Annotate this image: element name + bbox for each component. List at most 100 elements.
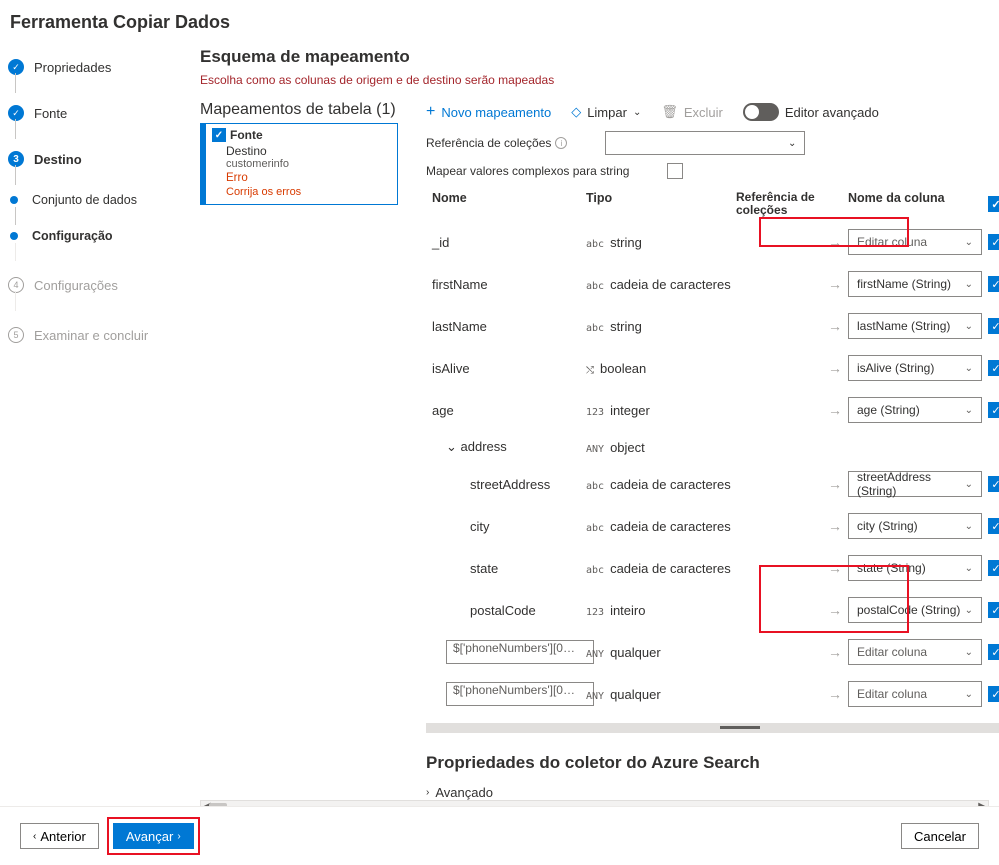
clear-button[interactable]: ◇ Limpar ⌄ <box>571 104 641 120</box>
dest-column-select[interactable]: Editar coluna⌄ <box>848 639 982 665</box>
section-title: Esquema de mapeamento <box>200 47 989 67</box>
horizontal-scrollbar[interactable] <box>426 723 999 733</box>
collection-ref-select[interactable]: ⌄ <box>605 131 805 155</box>
include-checkbox[interactable]: ✓ <box>988 518 999 534</box>
delete-button[interactable]: 🗑 Excluir <box>661 104 723 120</box>
dest-column-select[interactable]: lastName (String)⌄ <box>848 313 982 339</box>
include-checkbox[interactable]: ✓ <box>988 318 999 334</box>
tree-error-detail: Corrija os erros <box>212 186 391 198</box>
include-checkbox[interactable]: ✓ <box>988 560 999 576</box>
mapping-row: streetAddressabccadeia de caracteres→str… <box>426 463 999 505</box>
dest-column-select[interactable]: postalCode (String)⌄ <box>848 597 982 623</box>
chevron-down-icon: ⌄ <box>965 689 973 700</box>
include-checkbox[interactable]: ✓ <box>988 476 999 492</box>
chevron-down-icon: ⌄ <box>965 647 973 658</box>
chevron-down-icon: ⌄ <box>965 605 973 616</box>
include-checkbox[interactable]: ✓ <box>988 686 999 702</box>
dest-column-select[interactable]: firstName (String)⌄ <box>848 271 982 297</box>
type-icon: ⤭ <box>586 365 594 376</box>
eraser-icon: ◇ <box>571 104 581 120</box>
step-destino[interactable]: 3 Destino <box>6 143 190 175</box>
check-icon: ✓ <box>212 128 226 142</box>
arrow-right-icon: → <box>822 235 848 250</box>
prev-button[interactable]: ‹Anterior <box>20 823 99 849</box>
row-name: state <box>426 561 586 576</box>
include-checkbox[interactable]: ✓ <box>988 276 999 292</box>
chevron-down-icon[interactable]: ⌄ <box>446 439 461 454</box>
arrow-right-icon: → <box>822 519 848 534</box>
mapping-row: _idabcstring→Editar coluna⌄✓ <box>426 221 999 263</box>
chevron-down-icon: ⌄ <box>965 563 973 574</box>
dot-icon <box>10 196 18 204</box>
cancel-button[interactable]: Cancelar <box>901 823 979 849</box>
mapping-row: age123integer→age (String)⌄✓ <box>426 389 999 431</box>
table-mapping-tree[interactable]: ✓Fonte Destino customerinfo Erro Corrija… <box>200 123 398 205</box>
dest-column-select[interactable]: Editar coluna⌄ <box>848 681 982 707</box>
dest-column-select[interactable]: streetAddress (String)⌄ <box>848 471 982 497</box>
row-name: isAlive <box>426 361 586 376</box>
step-fonte[interactable]: ✓ Fonte <box>6 97 190 129</box>
row-name: firstName <box>426 277 586 292</box>
check-icon: ✓ <box>8 59 24 75</box>
mapping-row: ⌄ addressANYobject <box>426 431 999 463</box>
chevron-down-icon: ⌄ <box>788 138 796 149</box>
type-icon: 123 <box>586 407 604 418</box>
include-checkbox[interactable]: ✓ <box>988 402 999 418</box>
type-icon: ANY <box>586 444 604 455</box>
next-button[interactable]: Avançar› <box>113 823 194 849</box>
arrow-right-icon: → <box>822 277 848 292</box>
trash-icon: 🗑 <box>661 104 678 120</box>
col-header-inc: ✓Inc <box>988 191 999 217</box>
advanced-expander[interactable]: › Avançado <box>426 785 999 800</box>
name-input[interactable]: $['phoneNumbers'][0… <box>446 682 594 706</box>
new-mapping-button[interactable]: + Novo mapeamento <box>426 103 551 121</box>
step-review[interactable]: 5 Examinar e concluir <box>6 319 190 351</box>
include-checkbox[interactable]: ✓ <box>988 234 999 250</box>
mapping-row: stateabccadeia de caracteres→state (Stri… <box>426 547 999 589</box>
substep-conjunto[interactable]: Conjunto de dados <box>6 185 190 215</box>
section-subtitle: Escolha como as colunas de origem e de d… <box>200 73 989 87</box>
type-icon: abc <box>586 323 604 334</box>
substep-config[interactable]: Configuração <box>6 221 190 251</box>
row-type: abcstring <box>586 235 736 250</box>
chevron-left-icon: ‹ <box>33 831 36 842</box>
row-name: age <box>426 403 586 418</box>
advanced-toggle[interactable]: Editor avançado <box>743 103 879 121</box>
row-name: lastName <box>426 319 586 334</box>
row-name: streetAddress <box>426 477 586 492</box>
arrow-right-icon: → <box>822 477 848 492</box>
row-type: ANYqualquer <box>586 687 736 702</box>
dest-column-select[interactable]: state (String)⌄ <box>848 555 982 581</box>
col-header-ref: Referência de coleções <box>736 191 848 217</box>
type-icon: abc <box>586 523 604 534</box>
chevron-down-icon: ⌄ <box>965 479 973 490</box>
chevron-down-icon: ⌄ <box>633 107 641 118</box>
mapping-grid: Nome Tipo Referência de coleções Nome da… <box>426 187 999 715</box>
type-icon: abc <box>586 239 604 250</box>
mapping-row: firstNameabccadeia de caracteres →firstNa… <box>426 263 999 305</box>
dest-column-select[interactable]: city (String)⌄ <box>848 513 982 539</box>
row-type: abccadeia de caracteres <box>586 277 736 292</box>
row-name: city <box>426 519 586 534</box>
footer: ‹Anterior Avançar› Cancelar <box>0 806 999 865</box>
mapping-row: isAlive⤭boolean→isAlive (String)⌄✓ <box>426 347 999 389</box>
arrow-right-icon: → <box>822 687 848 702</box>
chevron-down-icon: ⌄ <box>965 521 973 532</box>
include-checkbox[interactable]: ✓ <box>988 644 999 660</box>
dest-column-select[interactable]: Editar coluna⌄ <box>848 229 982 255</box>
step-propriedades[interactable]: ✓ Propriedades <box>6 51 190 83</box>
include-checkbox[interactable]: ✓ <box>988 602 999 618</box>
tree-error: Erro <box>212 172 391 184</box>
info-icon[interactable]: i <box>555 137 567 149</box>
chevron-right-icon: › <box>426 787 429 798</box>
checkbox-all[interactable]: ✓ <box>988 196 999 212</box>
name-input[interactable]: $['phoneNumbers'][0… <box>446 640 594 664</box>
chevron-down-icon: ⌄ <box>965 321 973 332</box>
dest-column-select[interactable]: age (String)⌄ <box>848 397 982 423</box>
step-config[interactable]: 4 Configurações <box>6 269 190 301</box>
include-checkbox[interactable]: ✓ <box>988 360 999 376</box>
dest-column-select[interactable]: isAlive (String)⌄ <box>848 355 982 381</box>
map-complex-checkbox[interactable] <box>667 163 683 179</box>
toggle-icon[interactable] <box>743 103 779 121</box>
chevron-down-icon: ⌄ <box>965 363 973 374</box>
